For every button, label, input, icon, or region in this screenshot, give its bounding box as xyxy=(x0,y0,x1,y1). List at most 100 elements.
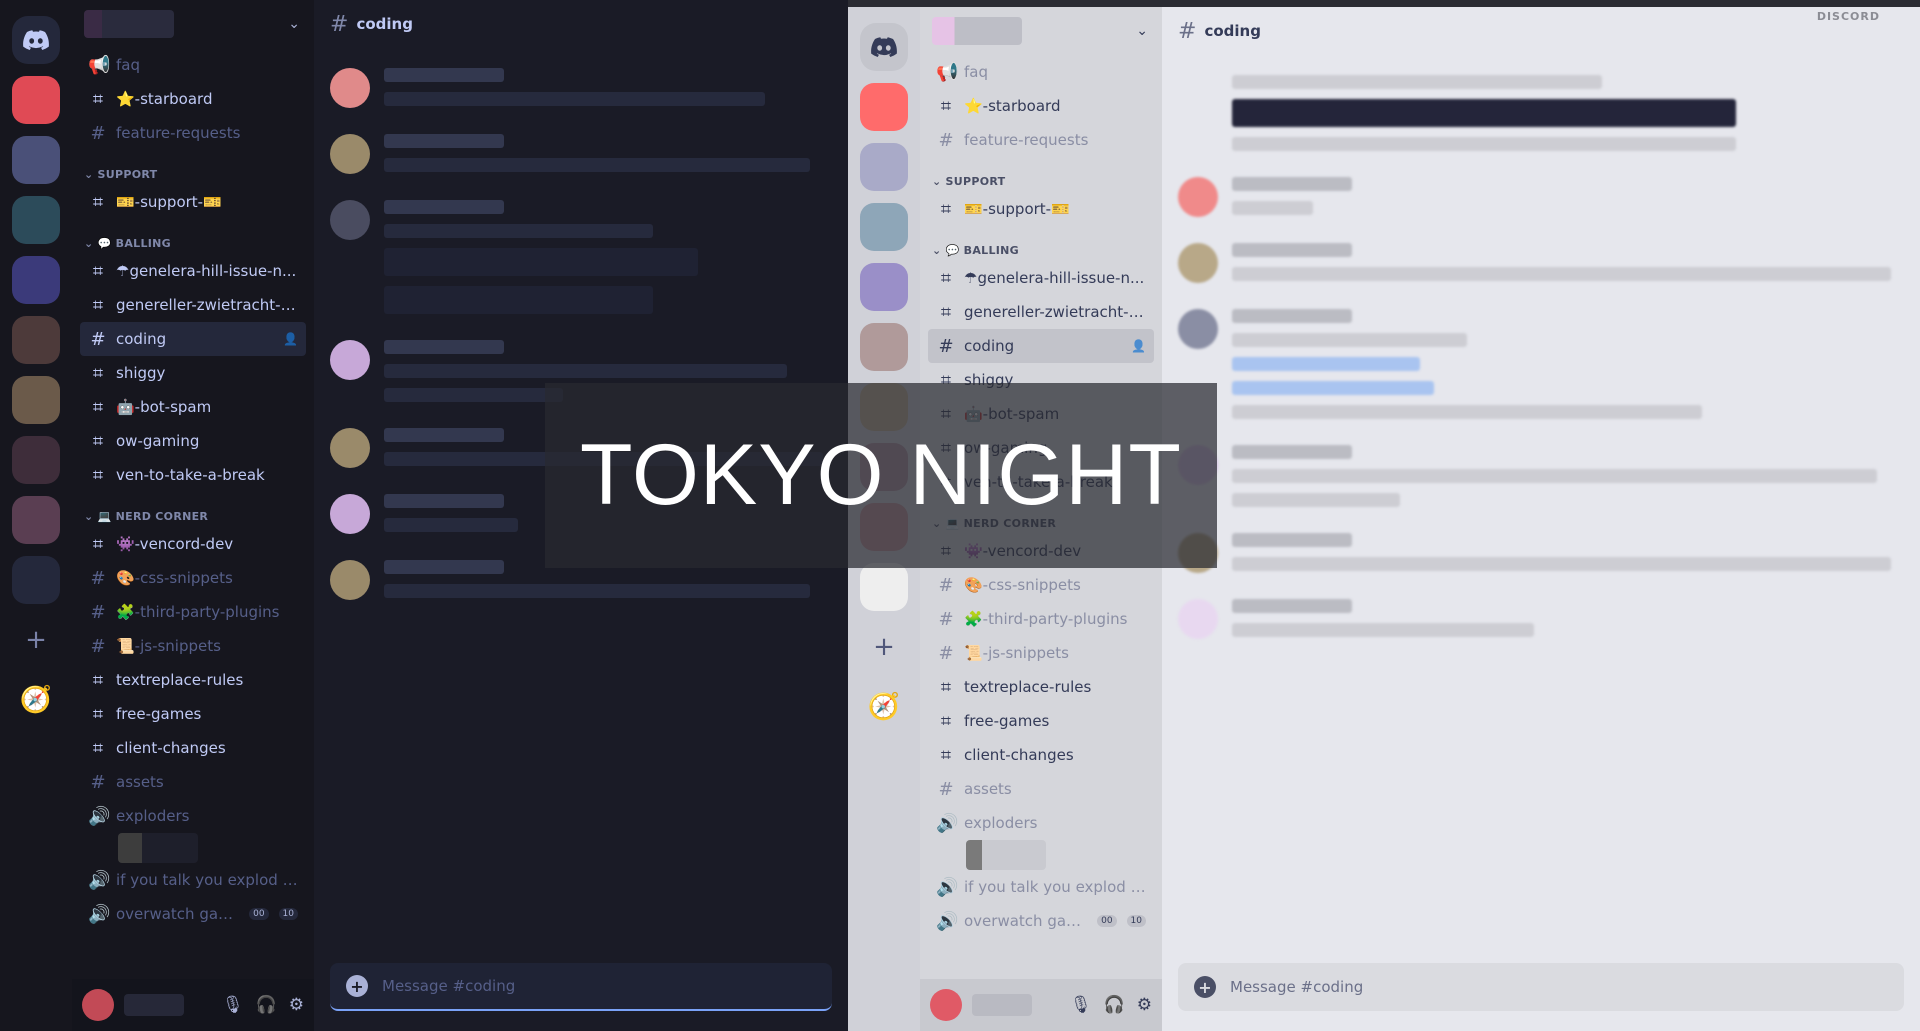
channel-item[interactable]: ⌗ 👾-vencord-dev xyxy=(80,527,306,561)
server-icon[interactable] xyxy=(12,76,60,124)
channel-item[interactable]: 🔊 exploders xyxy=(80,799,306,833)
channel-item[interactable]: 🔊 if you talk you explod lik... xyxy=(80,863,306,897)
server-icon[interactable] xyxy=(860,143,908,191)
message-composer[interactable]: + Message #coding xyxy=(330,963,832,1011)
headphones-icon[interactable]: 🎧 xyxy=(256,995,277,1015)
channel-item[interactable]: ⌗ client-changes xyxy=(928,738,1154,772)
channel-item[interactable]: ⌗ free-games xyxy=(928,704,1154,738)
channel-category[interactable]: ⌄ SUPPORT xyxy=(928,157,1154,192)
channel-item[interactable]: # feature-requests xyxy=(80,116,306,150)
avatar[interactable] xyxy=(1178,309,1218,349)
channel-item[interactable]: # 🧩-third-party-plugins xyxy=(80,595,306,629)
server-icon[interactable] xyxy=(860,563,908,611)
invite-user-icon[interactable]: 👤 xyxy=(283,332,298,346)
server-icon[interactable] xyxy=(12,316,60,364)
channel-item[interactable]: 🔊 if you talk you explod lik... xyxy=(928,870,1154,904)
channel-item[interactable]: 🔊 overwatch gam... 00 10 xyxy=(928,904,1154,938)
avatar[interactable] xyxy=(330,134,370,174)
avatar[interactable] xyxy=(330,340,370,380)
channel-item[interactable]: # assets xyxy=(928,772,1154,806)
megaphone-icon: 📢 xyxy=(88,54,111,76)
avatar[interactable] xyxy=(330,68,370,108)
channel-item[interactable]: ⌗ free-games xyxy=(80,697,306,731)
channel-item[interactable]: ⌗ 🎫-support-🎫 xyxy=(928,192,1154,226)
voice-connected-user[interactable] xyxy=(966,840,1046,870)
discord-home-button[interactable] xyxy=(860,23,908,71)
gear-icon[interactable]: ⚙ xyxy=(1137,995,1152,1015)
avatar[interactable] xyxy=(1178,599,1218,639)
avatar[interactable] xyxy=(330,494,370,534)
microphone-muted-icon[interactable]: 🎙 xyxy=(222,995,244,1015)
server-icon[interactable] xyxy=(12,436,60,484)
channel-item[interactable]: ⌗ ⭐-starboard xyxy=(80,82,306,116)
server-icon[interactable] xyxy=(12,556,60,604)
channel-item[interactable]: # 📜-js-snippets xyxy=(80,629,306,663)
channel-item[interactable]: 📢 faq xyxy=(80,48,306,82)
channel-item[interactable]: # coding 👤 xyxy=(928,329,1154,363)
channel-item[interactable]: # 🎨-css-snippets xyxy=(80,561,306,595)
add-server-button[interactable]: + xyxy=(12,616,60,664)
server-icon[interactable] xyxy=(860,263,908,311)
channel-item[interactable]: ⌗ genereller-zwietracht-k... xyxy=(80,288,306,322)
category-label: SUPPORT xyxy=(945,175,1006,188)
channel-item[interactable]: ⌗ genereller-zwietracht-k... xyxy=(928,295,1154,329)
channel-category[interactable]: ⌄ SUPPORT xyxy=(80,150,306,185)
server-icon[interactable] xyxy=(860,203,908,251)
channel-item[interactable]: ⌗ ⭐-starboard xyxy=(928,89,1154,123)
discord-home-button[interactable] xyxy=(12,16,60,64)
server-icon[interactable] xyxy=(860,83,908,131)
server-header[interactable]: ⌄ xyxy=(920,7,1162,55)
voice-count-badge: 00 xyxy=(249,908,269,920)
channel-item[interactable]: ⌗ shiggy xyxy=(80,356,306,390)
server-icon[interactable] xyxy=(12,136,60,184)
server-header[interactable]: ⌄ xyxy=(72,0,314,48)
channel-item[interactable]: ⌗ textreplace-rules xyxy=(80,663,306,697)
channel-category[interactable]: ⌄💻 NERD CORNER xyxy=(80,492,306,527)
avatar[interactable] xyxy=(82,989,114,1021)
server-icon[interactable] xyxy=(12,196,60,244)
channel-item[interactable]: ⌗ ow-gaming xyxy=(80,424,306,458)
avatar[interactable] xyxy=(330,428,370,468)
channel-item[interactable]: # 🧩-third-party-plugins xyxy=(928,602,1154,636)
explore-servers-button[interactable]: 🧭 xyxy=(12,676,60,724)
avatar[interactable] xyxy=(330,200,370,240)
server-icon[interactable] xyxy=(12,376,60,424)
channel-category[interactable]: ⌄ 💬 BALLING xyxy=(928,226,1154,261)
channel-item[interactable]: 📢 faq xyxy=(928,55,1154,89)
server-icon[interactable] xyxy=(12,256,60,304)
avatar[interactable] xyxy=(1178,177,1218,217)
channel-item[interactable]: ⌗ ☂genelera-hill-issue-n... xyxy=(80,254,306,288)
channel-item[interactable]: ⌗ textreplace-rules xyxy=(928,670,1154,704)
message-composer[interactable]: + Message #coding xyxy=(1178,963,1904,1011)
explore-servers-button[interactable]: 🧭 xyxy=(860,683,908,731)
voice-connected-user[interactable] xyxy=(118,833,198,863)
channel-item[interactable]: # assets xyxy=(80,765,306,799)
channel-item[interactable]: ⌗ client-changes xyxy=(80,731,306,765)
server-icon[interactable] xyxy=(12,496,60,544)
microphone-muted-icon[interactable]: 🎙 xyxy=(1070,995,1092,1015)
thread-channel-icon: ⌗ xyxy=(940,267,952,289)
channel-item[interactable]: ⌗ ven-to-take-a-break xyxy=(80,458,306,492)
channel-item[interactable]: 🔊 exploders xyxy=(928,806,1154,840)
gear-icon[interactable]: ⚙ xyxy=(289,995,304,1015)
channel-item[interactable]: 🔊 overwatch gam... 00 10 xyxy=(80,897,306,931)
headphones-icon[interactable]: 🎧 xyxy=(1104,995,1125,1015)
channel-label: ☂genelera-hill-issue-n... xyxy=(116,262,297,280)
channel-item[interactable]: ⌗ 🎫-support-🎫 xyxy=(80,185,306,219)
invite-user-icon[interactable]: 👤 xyxy=(1131,339,1146,353)
add-server-button[interactable]: + xyxy=(860,623,908,671)
channel-item[interactable]: # feature-requests xyxy=(928,123,1154,157)
avatar[interactable] xyxy=(1178,243,1218,283)
plus-icon[interactable]: + xyxy=(346,975,368,997)
channel-item[interactable]: # 📜-js-snippets xyxy=(928,636,1154,670)
plus-icon[interactable]: + xyxy=(1194,976,1216,998)
avatar[interactable] xyxy=(930,989,962,1021)
chevron-down-icon: ⌄ xyxy=(932,244,942,257)
channel-item[interactable]: ⌗ ☂genelera-hill-issue-n... xyxy=(928,261,1154,295)
channel-category[interactable]: ⌄ 💬 BALLING xyxy=(80,219,306,254)
channel-item[interactable]: ⌗ 🤖-bot-spam xyxy=(80,390,306,424)
server-icon[interactable] xyxy=(860,323,908,371)
avatar[interactable] xyxy=(330,560,370,600)
channel-item[interactable]: # coding 👤 xyxy=(80,322,306,356)
channel-item[interactable]: # 🎨-css-snippets xyxy=(928,568,1154,602)
